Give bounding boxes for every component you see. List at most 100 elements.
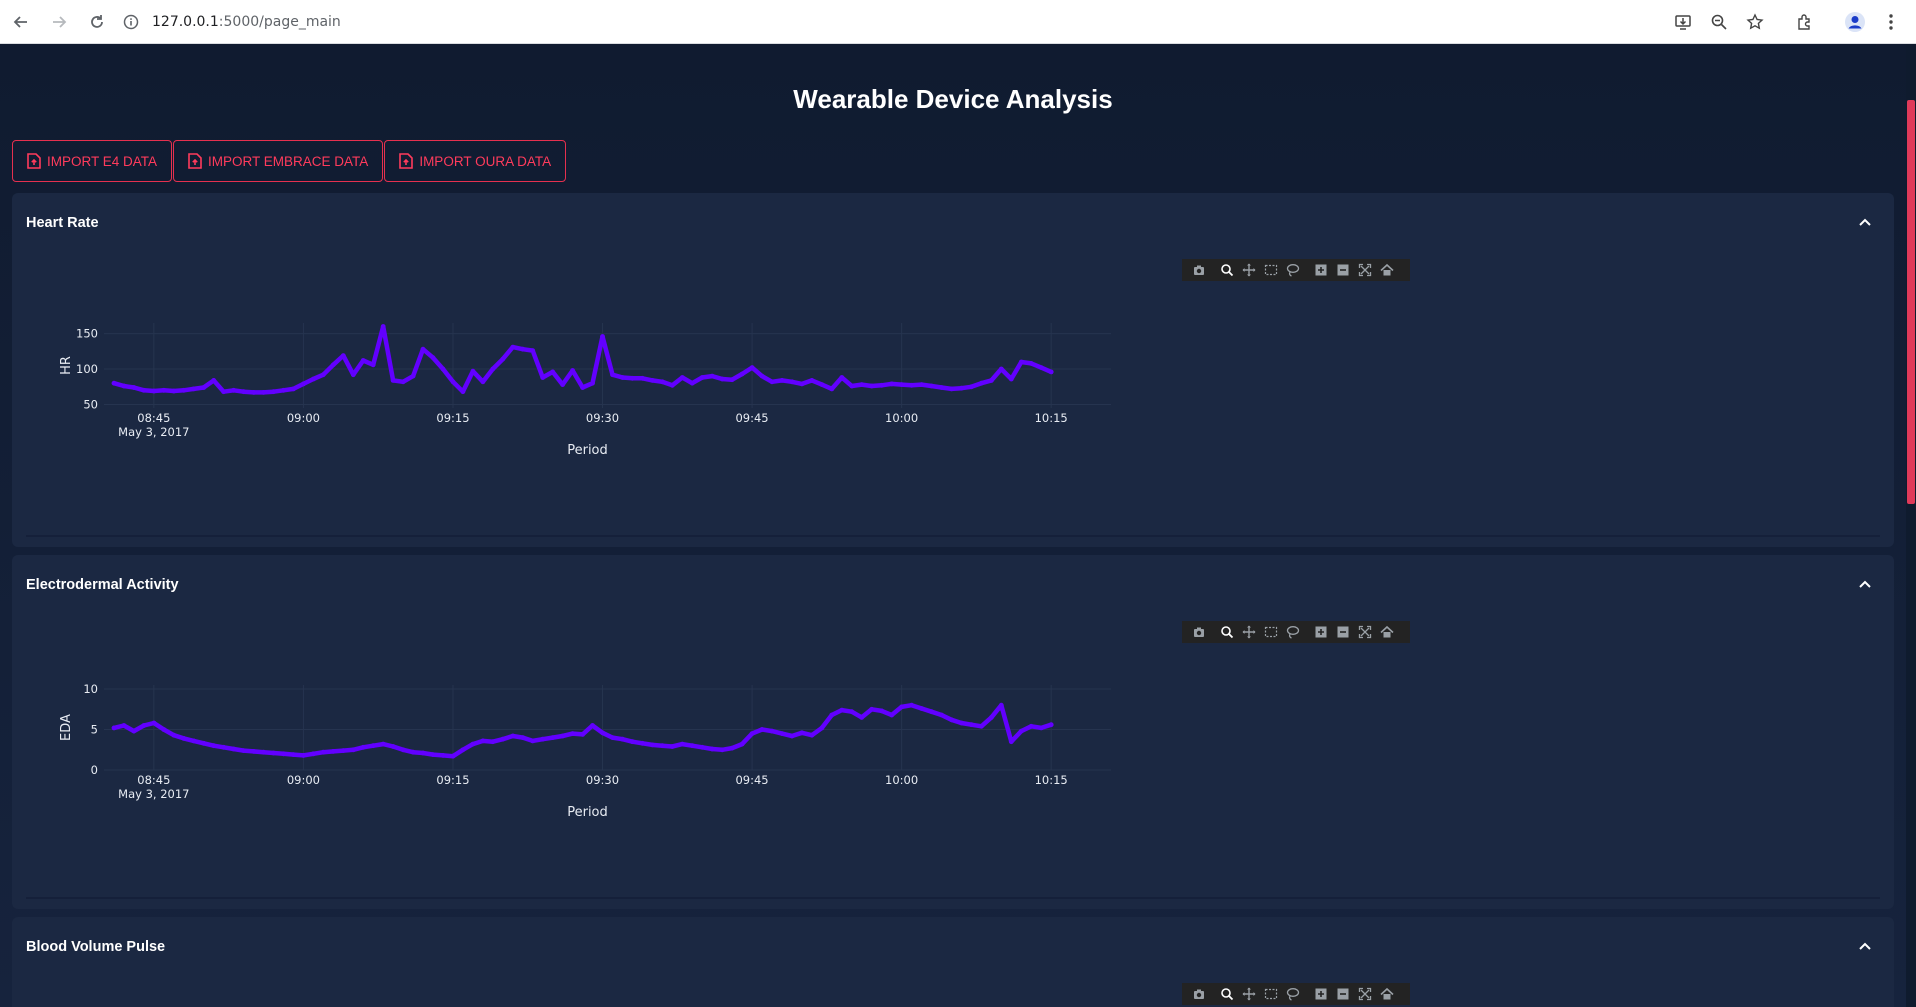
bookmark-star-icon[interactable] [1740,7,1770,37]
data-point [1028,723,1034,729]
zoom-icon[interactable] [1216,983,1238,1005]
import-oura-button[interactable]: IMPORT OURA DATA [384,140,567,182]
camera-icon[interactable] [1188,259,1210,281]
chevron-up-icon[interactable] [1854,573,1876,595]
reload-icon[interactable] [80,5,114,39]
data-point [380,741,386,747]
data-point [919,382,924,387]
data-point [998,702,1004,708]
box-select-icon[interactable] [1260,259,1282,281]
y-tick-label: 50 [83,397,98,411]
x-date-label: May 3, 2017 [118,787,189,801]
lasso-select-icon[interactable] [1282,259,1304,281]
data-point [141,723,147,728]
data-point [291,752,296,757]
import-embrace-button[interactable]: IMPORT EMBRACE DATA [173,140,384,182]
zoom-in-icon[interactable] [1310,983,1332,1005]
url-path: :5000/page_main [218,14,341,30]
pan-icon[interactable] [1238,621,1260,643]
x-date-label: May 3, 2017 [118,425,189,439]
data-point [859,382,865,387]
back-icon[interactable] [4,5,38,39]
zoom-icon[interactable] [1704,7,1734,37]
pan-icon[interactable] [1238,983,1260,1005]
data-point [301,753,306,758]
y-tick-label: 100 [76,362,98,376]
data-point [839,707,845,713]
data-point [151,720,157,726]
data-point [889,712,895,718]
import-e4-button[interactable]: IMPORT E4 DATA [12,140,173,182]
x-tick-label: 08:45 [137,411,170,425]
data-point [829,712,835,718]
autoscale-icon[interactable] [1354,983,1376,1005]
data-point [221,389,227,395]
data-point [181,736,187,741]
x-tick-label: 10:15 [1035,411,1068,425]
heart-rate-chart[interactable]: 08:45 May 3, 2017 09:00 09:15 09:30 09:45 10:0… [56,283,1356,518]
data-point [370,362,376,368]
install-app-icon[interactable] [1668,7,1698,37]
data-point [470,368,476,374]
zoom-in-icon[interactable] [1310,259,1332,281]
extensions-icon[interactable] [1790,7,1820,37]
y-tick-label: 150 [76,327,98,341]
box-select-icon[interactable] [1260,621,1282,643]
data-point [779,731,785,736]
page-scrollbar[interactable] [1906,44,1916,1007]
data-point [759,373,765,379]
data-point [919,706,924,711]
data-point [989,715,994,720]
x-tick-label: 09:15 [436,411,469,425]
chevron-up-icon[interactable] [1854,935,1876,957]
data-point [739,741,745,747]
data-point [879,382,885,388]
url-host: 127.0.0.1 [152,14,219,30]
zoom-out-icon[interactable] [1332,259,1354,281]
zoom-icon[interactable] [1216,259,1238,281]
camera-icon[interactable] [1188,983,1210,1005]
y-axis-title: HR [59,356,74,375]
reset-axes-icon[interactable] [1376,983,1398,1005]
camera-icon[interactable] [1188,621,1210,643]
data-point [1038,725,1044,731]
forward-icon[interactable] [42,5,76,39]
address-bar[interactable]: 127.0.0.1:5000/page_main [120,6,1660,38]
data-point [749,731,755,736]
data-point [998,366,1004,372]
data-point [211,378,217,383]
zoom-out-icon[interactable] [1332,621,1354,643]
data-point [510,733,516,739]
lasso-select-icon[interactable] [1282,621,1304,643]
zoom-icon[interactable] [1216,621,1238,643]
x-tick-label: 09:30 [586,411,619,425]
data-point [630,375,635,381]
data-point [779,378,785,383]
data-point [330,362,336,368]
profile-avatar-icon[interactable] [1840,7,1870,37]
chevron-up-icon[interactable] [1854,211,1876,233]
x-tick-label: 09:15 [436,773,469,787]
lasso-select-icon[interactable] [1282,983,1304,1005]
data-point [560,382,565,387]
eda-chart[interactable]: 08:45 May 3, 2017 09:00 09:15 09:30 09:45 10:0… [56,645,1356,880]
autoscale-icon[interactable] [1354,259,1376,281]
data-point [610,372,615,378]
data-point [849,383,855,389]
data-point [709,373,715,379]
scrollbar-thumb[interactable] [1907,100,1915,504]
reset-axes-icon[interactable] [1376,621,1398,643]
x-tick-label: 09:45 [735,411,768,425]
zoom-in-icon[interactable] [1310,621,1332,643]
data-point [869,706,875,712]
zoom-out-icon[interactable] [1332,983,1354,1005]
autoscale-icon[interactable] [1354,621,1376,643]
data-point [460,389,466,395]
data-point [759,727,765,732]
site-info-icon[interactable] [120,11,142,33]
reset-axes-icon[interactable] [1376,259,1398,281]
box-select-icon[interactable] [1260,983,1282,1005]
data-point [809,732,815,738]
pan-icon[interactable] [1238,259,1260,281]
menu-kebab-icon[interactable] [1876,7,1906,37]
